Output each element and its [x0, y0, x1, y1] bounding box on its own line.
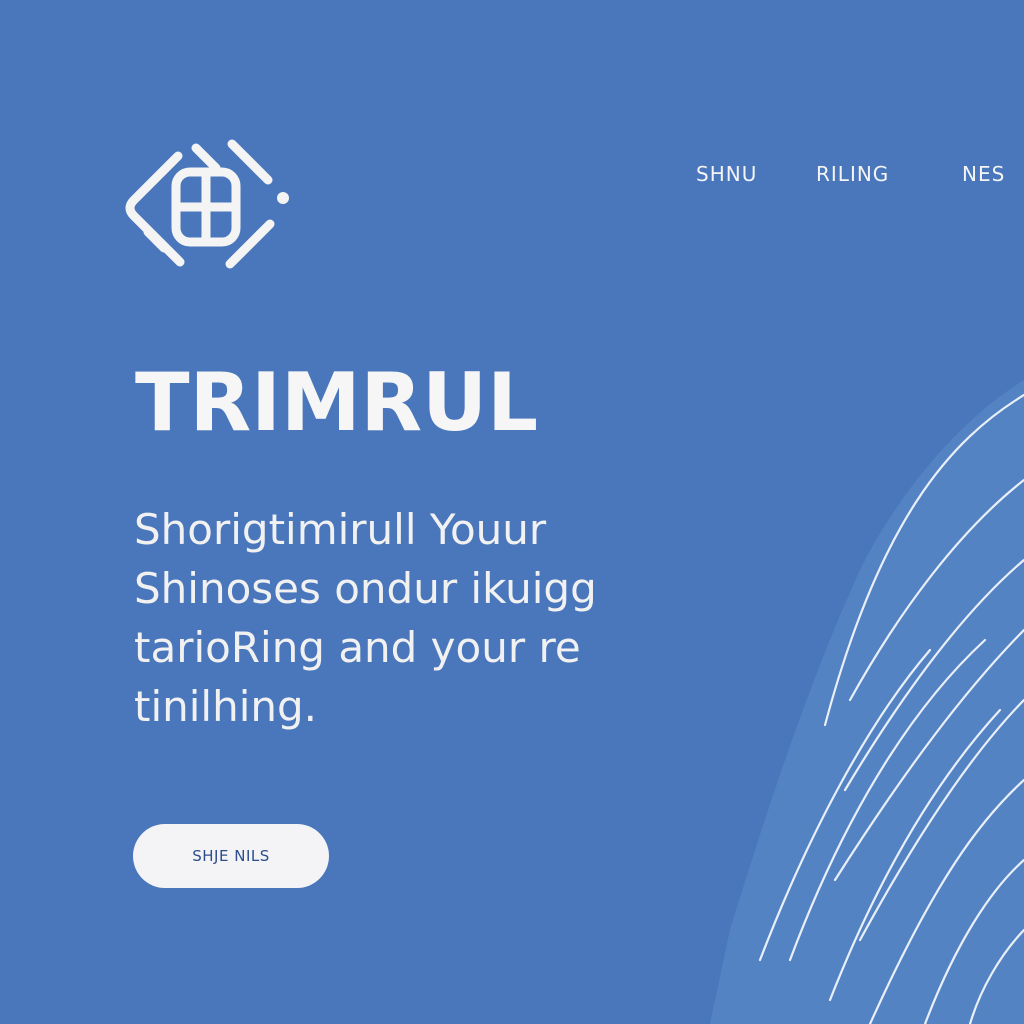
top-nav: SHNU RILING NES [0, 162, 1024, 188]
nav-item-nes[interactable]: NES [962, 162, 1005, 186]
hero-title: TRIMRUL [135, 356, 539, 449]
brand-logo-icon[interactable] [120, 132, 300, 272]
nav-item-riling[interactable]: RILING [816, 162, 889, 186]
nav-item-shnu[interactable]: SHNU [696, 162, 757, 186]
cta-button[interactable]: SHJE NILS [133, 824, 329, 888]
hero-description: Shorigtimirull Youur Shinoses ondur ikui… [134, 505, 597, 731]
